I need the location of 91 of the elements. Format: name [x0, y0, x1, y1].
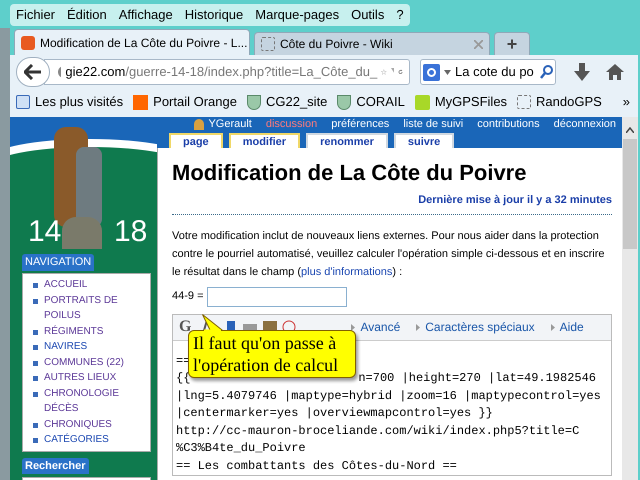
bookmark-link[interactable]: RandoGPS: [536, 92, 602, 112]
bullet-icon: [33, 422, 38, 428]
bookmark-link[interactable]: Portail Orange: [153, 92, 237, 112]
nav-link[interactable]: CATÉGORIES: [44, 432, 109, 448]
menu-item[interactable]: Fichier: [16, 5, 56, 24]
page-tab[interactable]: suivre: [394, 133, 454, 148]
bold-button[interactable]: G: [179, 315, 192, 339]
answer-field[interactable]: [206, 286, 346, 306]
menu-item[interactable]: Affichage: [118, 5, 173, 24]
nav-link[interactable]: PORTRAITS DE POILUS: [44, 292, 146, 324]
page-tab[interactable]: renommer: [306, 133, 388, 148]
crest-icon: [337, 94, 352, 110]
bookmark-link[interactable]: CORAIL: [356, 92, 405, 112]
menu-item[interactable]: ?: [396, 5, 404, 24]
site-icon: [21, 36, 35, 50]
code-text: n=700 |height=270 |lat=49.1982546: [358, 370, 596, 387]
bookmark-link[interactable]: CG22_site: [266, 92, 328, 112]
url-field[interactable]: gie22.com/guerre-14-18/index.php?title=La_Côte_du_: [44, 59, 410, 85]
info-link[interactable]: plus d'informations: [301, 266, 392, 278]
bookmark-link[interactable]: MyGPSFiles: [434, 92, 508, 112]
user-icon: [194, 119, 204, 130]
nav-link[interactable]: CHRONOLOGIE DÉCÈS: [44, 386, 146, 416]
portal-logo-icon: [133, 94, 148, 110]
search-icon: [16, 95, 30, 109]
bullet-icon: [33, 392, 38, 396]
bullet-icon: [33, 360, 38, 366]
code-text: %C3%B4te_du_Poivre: [176, 441, 306, 455]
bullet-icon: [33, 283, 38, 288]
menu-item[interactable]: Marque-pages: [255, 5, 340, 24]
blank-page-icon: [517, 95, 532, 109]
toolbar-link[interactable]: Caractères spéciaux: [425, 318, 535, 336]
bullet-icon: [33, 330, 38, 334]
triangle-icon: [416, 324, 420, 330]
sidebar-heading: Rechercher: [22, 458, 89, 474]
nav-link[interactable]: RÉGIMENTS: [44, 324, 104, 339]
bullet-icon: [33, 298, 38, 304]
search-text: La cote du po: [455, 63, 534, 82]
more-bookmarks-button[interactable]: »: [622, 92, 630, 112]
back-button[interactable]: [16, 57, 50, 87]
code-text: |centermarker=yes |overviewmapcontrol=yes }}: [176, 406, 493, 420]
code-text: http://cc-mauron-broceliande.com/wiki/index.php5?title=C: [176, 424, 580, 438]
search-field[interactable]: La cote du po: [420, 59, 556, 85]
notice-paragraph: Votre modification inclut de nouveaux liens externes. Pour nous aider dans la protection contre le pourriel automatisé, veuillez calculer l'opération simple ci-dessous et en inscrire le résultat dans le champ (plus d'informations) :: [172, 228, 606, 280]
bullet-icon: [33, 345, 38, 350]
blank-page-icon: [261, 37, 275, 51]
menu-item[interactable]: Historique: [184, 5, 244, 24]
code-text: {{: [176, 370, 190, 387]
toolbar-link[interactable]: Aide: [560, 318, 584, 336]
code-text: == Les combattants des Côtes-du-Nord ==: [176, 458, 457, 472]
last-update-text: Dernière mise à jour il y a 32 minutes: [418, 193, 612, 208]
bookmark-link[interactable]: Les plus visités: [35, 92, 124, 112]
home-icon[interactable]: [606, 64, 624, 80]
captcha-question: 44-9 =: [172, 289, 204, 304]
crest-icon: [246, 94, 261, 110]
back-arrow-icon: [24, 64, 42, 80]
triangle-icon: [351, 324, 356, 330]
gps-icon: [414, 94, 430, 110]
logo-drawing: 14 18: [10, 117, 157, 249]
user-link[interactable]: YGerault: [208, 116, 252, 133]
sidebar-heading: NAVIGATION: [22, 254, 94, 270]
nav-link[interactable]: CHRONIQUES: [44, 416, 112, 432]
browser-tab[interactable]: Modification de La Côte du Poivre - L...: [14, 29, 250, 55]
callout-text: Il faut qu'on passe à l'opération de calcul: [193, 332, 340, 376]
code-text: |lng=5.4079746 |maptype=hybrid |zoom=16 |maptypecontrol=yes: [176, 388, 601, 402]
tab-title: Modification de La Côte du Poivre - L...: [40, 34, 248, 52]
browser-tab[interactable]: Côte du Poivre - Wiki: [254, 32, 490, 55]
toolbar-link[interactable]: Avancé: [360, 318, 400, 336]
download-icon[interactable]: [574, 63, 590, 81]
nav-link[interactable]: ACCUEIL: [44, 277, 88, 292]
page-tab[interactable]: page: [169, 133, 223, 148]
scrollbar[interactable]: [622, 117, 638, 480]
url-text: gie22.com/guerre-14-18/index.php?title=La_Côte_du_: [65, 63, 378, 82]
triangle-icon: [550, 324, 555, 330]
nav-link[interactable]: NAVIRES: [44, 339, 88, 354]
page-tab[interactable]: modifier: [228, 133, 300, 148]
nav-link[interactable]: COMMUNES (22): [44, 354, 124, 370]
menu-item[interactable]: Édition: [67, 5, 107, 24]
header-link[interactable]: contributions: [477, 116, 540, 133]
scroll-up-icon[interactable]: [626, 127, 634, 133]
menu-item[interactable]: Outils: [351, 5, 384, 24]
header-link[interactable]: liste de suivi: [403, 116, 464, 133]
bullet-icon: [33, 438, 38, 443]
search-icon[interactable]: [540, 65, 553, 79]
bullet-icon: [33, 376, 38, 381]
tab-title: Côte du Poivre - Wiki: [280, 36, 394, 53]
page-title: Modification de La Côte du Poivre: [172, 159, 528, 187]
header-link[interactable]: déconnexion: [554, 116, 616, 133]
nav-link[interactable]: AUTRES LIEUX: [44, 370, 116, 386]
google-icon: [423, 64, 440, 80]
header-link[interactable]: préférences: [331, 116, 390, 133]
new-tab-button[interactable]: +: [494, 32, 530, 55]
